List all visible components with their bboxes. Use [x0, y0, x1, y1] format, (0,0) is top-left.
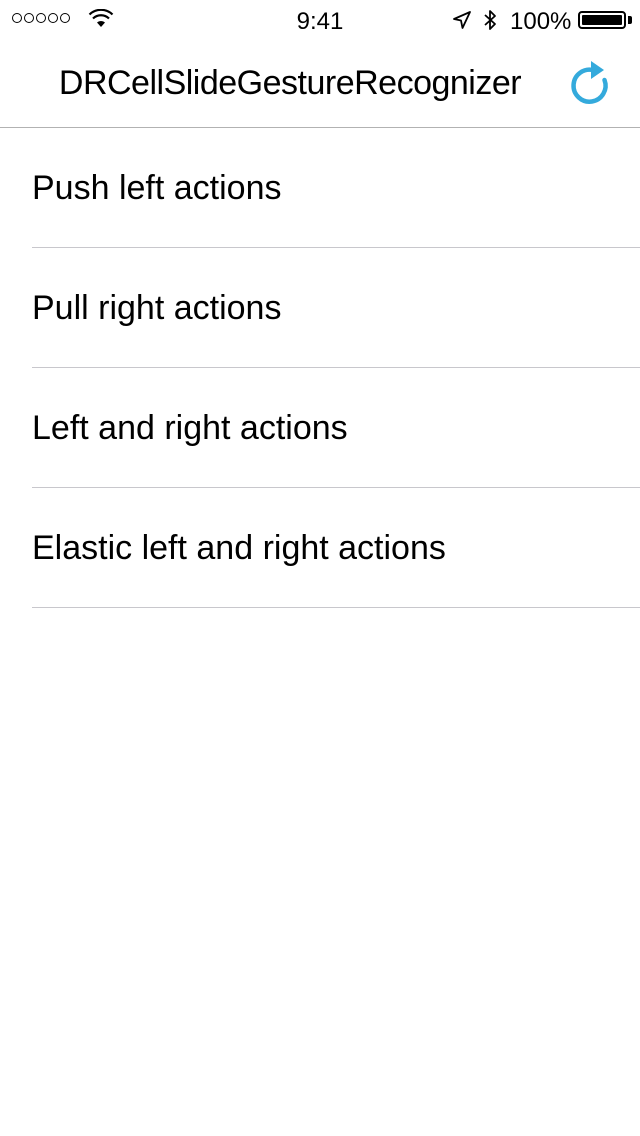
row-push-left-actions[interactable]: Push left actions: [0, 128, 640, 248]
row-pull-right-actions[interactable]: Pull right actions: [0, 248, 640, 368]
refresh-icon: [571, 61, 608, 104]
location-arrow-icon: [453, 11, 471, 29]
row-elastic-left-and-right-actions[interactable]: Elastic left and right actions: [0, 488, 640, 608]
refresh-button[interactable]: [566, 56, 616, 112]
bluetooth-icon: [484, 10, 496, 30]
battery-icon: [578, 11, 626, 29]
row-left-and-right-actions[interactable]: Left and right actions: [0, 368, 640, 488]
nav-title: DRCellSlideGestureRecognizer: [58, 64, 522, 102]
row-label: Left and right actions: [32, 409, 348, 447]
actions-table: Push left actions Pull right actions Lef…: [0, 128, 640, 608]
navigation-bar: DRCellSlideGestureRecognizer: [0, 40, 640, 128]
battery-tip: [628, 16, 632, 24]
status-bar: 9:41 100%: [0, 0, 640, 40]
row-label: Elastic left and right actions: [32, 529, 446, 567]
row-separator: [32, 607, 640, 608]
battery-percentage: 100%: [510, 8, 572, 35]
row-label: Push left actions: [32, 169, 282, 207]
battery-level: [582, 15, 622, 25]
row-label: Pull right actions: [32, 289, 282, 327]
